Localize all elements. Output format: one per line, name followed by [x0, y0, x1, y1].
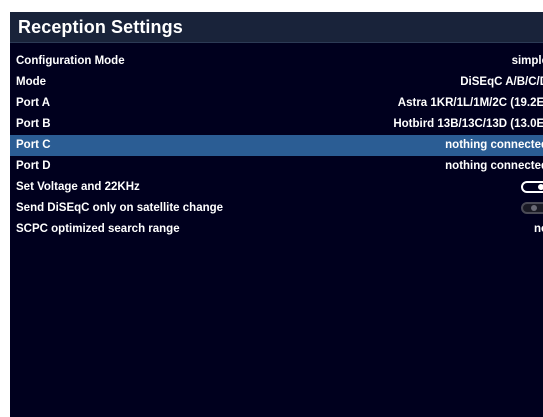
setting-row-port-c[interactable]: Port C nothing connected: [10, 135, 543, 156]
toggle-switch-on[interactable]: [521, 181, 543, 193]
setting-value: DiSEqC A/B/C/D: [460, 76, 543, 88]
setting-value: nothing connected: [445, 139, 543, 151]
setting-label: SCPC optimized search range: [16, 223, 180, 235]
screen: Reception Settings Configuration Mode si…: [10, 12, 543, 417]
setting-label: Port A: [16, 97, 51, 109]
page-title: Reception Settings: [18, 17, 183, 37]
setting-label: Send DiSEqC only on satellite change: [16, 202, 224, 214]
setting-label: Configuration Mode: [16, 55, 125, 67]
title-bar: Reception Settings: [10, 12, 543, 43]
toggle-knob: [538, 184, 543, 190]
setting-row-mode[interactable]: Mode DiSEqC A/B/C/D: [10, 72, 543, 93]
setting-label: Port C: [16, 139, 51, 151]
setting-row-configuration-mode[interactable]: Configuration Mode simple: [10, 51, 543, 72]
setting-value: simple: [511, 55, 543, 67]
setting-value: Astra 1KR/1L/1M/2C (19.2E): [397, 97, 543, 109]
setting-label: Mode: [16, 76, 47, 88]
toggle-knob: [531, 205, 537, 211]
setting-row-scpc-search-range[interactable]: SCPC optimized search range no: [10, 219, 543, 240]
setting-row-send-diseqc[interactable]: Send DiSEqC only on satellite change: [10, 198, 543, 219]
setting-label: Set Voltage and 22KHz: [16, 181, 140, 193]
setting-row-port-d[interactable]: Port D nothing connected: [10, 156, 543, 177]
setting-row-set-voltage[interactable]: Set Voltage and 22KHz: [10, 177, 543, 198]
setting-row-port-b[interactable]: Port B Hotbird 13B/13C/13D (13.0E): [10, 114, 543, 135]
toggle-switch-off[interactable]: [521, 202, 543, 214]
setting-value: no: [533, 223, 543, 235]
setting-label: Port D: [16, 160, 51, 172]
setting-label: Port B: [16, 118, 51, 130]
settings-list: Configuration Mode simple Mode DiSEqC A/…: [10, 51, 543, 240]
setting-row-port-a[interactable]: Port A Astra 1KR/1L/1M/2C (19.2E): [10, 93, 543, 114]
setting-value: Hotbird 13B/13C/13D (13.0E): [393, 118, 543, 130]
setting-value: nothing connected: [445, 160, 543, 172]
